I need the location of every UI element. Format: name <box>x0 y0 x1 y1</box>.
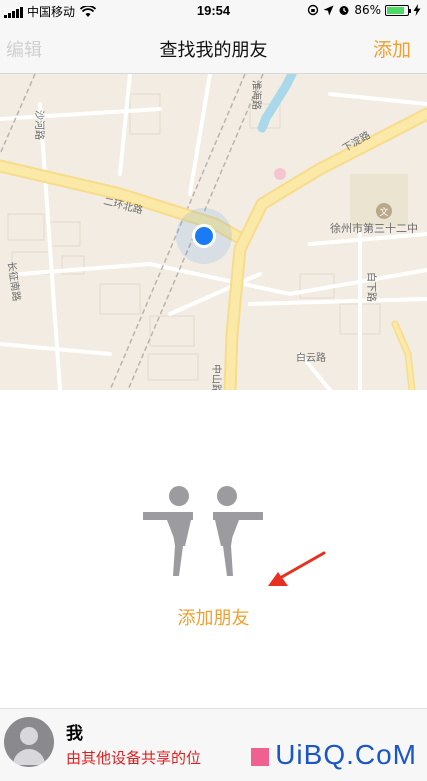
road-label-baiyun: 白云路 <box>296 351 326 364</box>
add-button[interactable]: 添加 <box>373 35 411 62</box>
status-bar: 中国移动 19:54 86% <box>0 0 427 22</box>
me-name: 我 <box>66 724 83 744</box>
avatar <box>4 717 54 767</box>
battery-icon <box>385 4 411 16</box>
battery-fill <box>387 6 405 14</box>
location-shared-note: 由其他设备共享的位 <box>66 749 202 767</box>
friends-icon <box>143 486 263 576</box>
add-friends-link[interactable]: 添加朋友 <box>0 604 427 630</box>
alarm-icon <box>339 6 349 15</box>
person-silhouette-icon <box>13 727 45 765</box>
location-arrow-icon <box>323 5 334 15</box>
poi-label: 徐州市第三十二中 <box>330 221 418 235</box>
page-title: 查找我的朋友 <box>159 40 268 61</box>
watermark-mark <box>251 747 270 766</box>
river <box>257 74 297 133</box>
road-label-zhongshan: 中山路 <box>210 364 223 390</box>
road-label-changzheng-south: 长征南路 <box>5 261 23 302</box>
status-right: 86% <box>307 3 421 17</box>
map-view[interactable]: 二环北路 下淀路 长征南路 白云路 中山路 淮海路 白下路 沙河路 文 徐州市第… <box>0 74 427 390</box>
road-label-huaihai: 淮海路 <box>250 80 263 110</box>
battery-percent: 86% <box>354 3 381 17</box>
friends-list-empty: 添加朋友 <box>0 390 427 708</box>
rotation-lock-icon <box>308 4 319 16</box>
svg-text:文: 文 <box>379 206 388 218</box>
me-row[interactable]: 我 由其他设备共享的位 UiBQ.CoM <box>0 708 427 781</box>
annotation-arrow <box>268 551 326 586</box>
watermark: UiBQ.CoM <box>251 739 417 771</box>
poi-marker <box>274 168 286 180</box>
charging-icon <box>413 4 421 16</box>
road-label-baixia: 白下路 <box>365 272 378 302</box>
school-area <box>350 174 408 226</box>
road-label-shanghe: 沙河路 <box>33 110 46 140</box>
user-location-dot-core <box>195 227 213 245</box>
navigation-bar: 编辑 查找我的朋友 添加 <box>0 22 427 74</box>
